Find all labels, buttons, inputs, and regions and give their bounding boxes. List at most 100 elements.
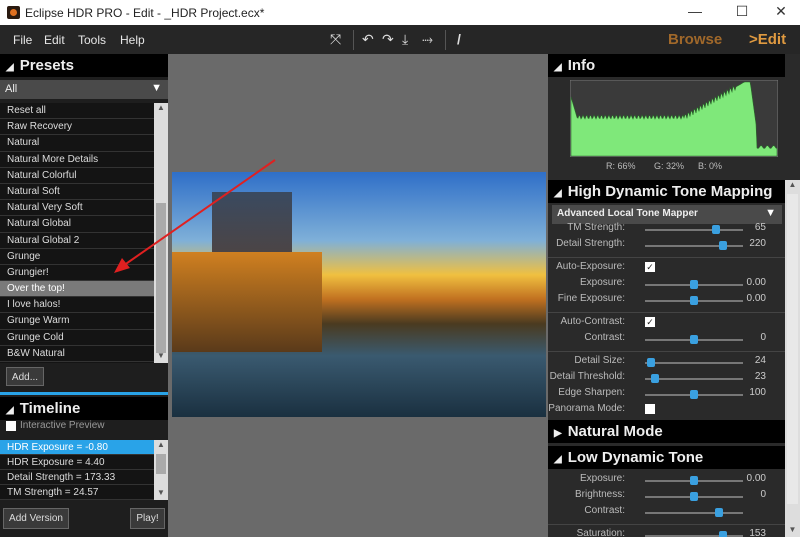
checkbox[interactable] xyxy=(645,404,655,414)
histogram-red-percent: R: 66% xyxy=(606,161,636,171)
control-row: Brightness: 0 xyxy=(548,489,785,505)
minimize-button[interactable]: — xyxy=(680,3,710,23)
slider[interactable] xyxy=(645,358,743,367)
slider-handle[interactable] xyxy=(650,374,659,383)
preset-item[interactable]: I love halos! xyxy=(0,297,154,314)
preset-item[interactable]: B&W Natural xyxy=(0,346,154,362)
control-value: 65 xyxy=(754,222,766,233)
menu-tools[interactable]: Tools xyxy=(78,33,106,47)
control-label: Fine Exposure: xyxy=(557,293,625,304)
control-row: Saturation: 153 xyxy=(548,528,785,537)
natural-mode-header[interactable]: ▶ Natural Mode xyxy=(548,420,785,443)
control-value: 24 xyxy=(754,355,766,366)
menu-edit[interactable]: Edit xyxy=(44,33,65,47)
preset-item[interactable]: Grunge Warm xyxy=(0,313,154,330)
preset-filter-value: All xyxy=(5,83,18,95)
control-value: 0.00 xyxy=(746,293,766,304)
fit-screen-icon[interactable]: ⤧ xyxy=(330,31,341,48)
left-panel: ◢ Presets All ▼ Reset all Raw Recovery Natur… xyxy=(0,54,168,537)
toolbar-divider xyxy=(445,30,446,50)
checked-checkbox[interactable]: ✓ xyxy=(645,262,655,272)
slider[interactable] xyxy=(645,296,743,305)
menu-help[interactable]: Help xyxy=(120,33,145,47)
browse-mode-button[interactable]: Browse xyxy=(668,31,722,48)
flip-horizontal-icon[interactable]: ⤑ xyxy=(422,31,433,48)
brush-icon[interactable]: / xyxy=(457,31,461,47)
slider[interactable] xyxy=(645,476,743,485)
add-version-button[interactable]: Add Version xyxy=(3,508,69,529)
slider-handle[interactable] xyxy=(690,280,698,289)
maximize-button[interactable]: ☐ xyxy=(727,3,757,23)
rotate-right-icon[interactable]: ↷ xyxy=(382,31,394,48)
slider[interactable] xyxy=(645,241,743,250)
slider-handle[interactable] xyxy=(690,335,698,344)
title-bar: Eclipse HDR PRO - Edit - _HDR Project.ec… xyxy=(0,0,800,25)
interactive-preview-label: Interactive Preview xyxy=(20,420,105,431)
slider-handle[interactable] xyxy=(719,531,728,537)
ldt-header[interactable]: ◢ Low Dynamic Tone xyxy=(548,446,785,469)
preset-item[interactable]: Reset all xyxy=(0,103,154,120)
hdtm-header[interactable]: ◢ High Dynamic Tone Mapping xyxy=(548,180,785,203)
control-row: Fine Exposure: 0.00 xyxy=(548,293,785,309)
interactive-preview-checkbox[interactable] xyxy=(6,421,16,431)
control-label: Brightness: xyxy=(574,489,625,500)
timeline-item[interactable]: HDR Exposure = 4.40 xyxy=(0,455,154,470)
control-value: 0.00 xyxy=(746,277,766,288)
rotate-left-icon[interactable]: ↶ xyxy=(362,31,374,48)
preset-filter-dropdown[interactable]: All ▼ xyxy=(0,80,168,99)
right-panel: ◢ Info R: 66% G: 32% B: 0% ◢ High Dynamic … xyxy=(548,54,800,537)
slider-handle[interactable] xyxy=(690,476,698,485)
slider[interactable] xyxy=(645,280,743,289)
slider-handle[interactable] xyxy=(646,358,655,367)
timeline-item[interactable]: HDR Exposure = -0.80 xyxy=(0,440,154,455)
control-value: 0.00 xyxy=(746,473,766,484)
control-value: 100 xyxy=(749,387,766,398)
edit-mode-button[interactable]: >Edit xyxy=(749,31,786,48)
close-button[interactable]: ✕ xyxy=(766,3,796,23)
slider-handle[interactable] xyxy=(714,508,723,517)
scrollbar-thumb[interactable] xyxy=(787,194,798,504)
slider[interactable] xyxy=(645,335,743,344)
panel-splitter[interactable] xyxy=(0,392,168,395)
scrollbar-thumb[interactable] xyxy=(156,454,166,474)
section-divider xyxy=(548,257,785,258)
histogram-blue-percent: B: 0% xyxy=(698,161,723,171)
chevron-down-icon: ▼ xyxy=(151,82,162,94)
toolbar-divider xyxy=(353,30,354,50)
control-label: Exposure: xyxy=(579,277,625,288)
slider[interactable] xyxy=(645,508,743,517)
preset-item[interactable]: Grunge Cold xyxy=(0,330,154,346)
control-row: Detail Threshold: 23 xyxy=(548,371,785,387)
slider[interactable] xyxy=(645,374,743,383)
presets-title: Presets xyxy=(19,57,74,74)
flip-vertical-icon[interactable]: ⤓ xyxy=(402,31,408,48)
slider-handle[interactable] xyxy=(719,241,728,250)
play-button[interactable]: Play! xyxy=(130,508,165,529)
timeline-list: HDR Exposure = -0.80 HDR Exposure = 4.40 D… xyxy=(0,440,154,500)
collapse-triangle-icon: ◢ xyxy=(554,62,562,73)
timeline-item[interactable]: Detail Strength = 173.33 xyxy=(0,470,154,485)
presets-header[interactable]: ◢ Presets xyxy=(0,54,168,77)
timeline-header[interactable]: ◢ Timeline xyxy=(0,397,168,420)
control-row: Auto-Exposure: ✓ xyxy=(548,261,785,277)
info-header[interactable]: ◢ Info xyxy=(548,54,785,77)
add-preset-button[interactable]: Add... xyxy=(6,367,44,386)
slider-handle[interactable] xyxy=(711,225,720,234)
timeline-scrollbar[interactable]: ▲ ▼ xyxy=(154,440,168,500)
ldt-title: Low Dynamic Tone xyxy=(567,449,704,466)
menu-file[interactable]: File xyxy=(13,33,32,47)
control-row: Panorama Mode: xyxy=(548,403,785,414)
slider[interactable] xyxy=(645,225,743,234)
slider-handle[interactable] xyxy=(690,492,698,501)
checked-checkbox[interactable]: ✓ xyxy=(645,317,655,327)
timeline-item[interactable]: TM Strength = 24.57 xyxy=(0,485,154,500)
slider-handle[interactable] xyxy=(690,296,698,305)
section-divider xyxy=(548,524,785,525)
control-row: Contrast: xyxy=(548,505,785,521)
control-row: Detail Strength: 220 xyxy=(548,238,785,254)
slider[interactable] xyxy=(645,390,743,399)
right-scrollbar[interactable]: ▲ ▼ xyxy=(785,180,800,537)
slider-handle[interactable] xyxy=(690,390,698,399)
preset-item[interactable]: Raw Recovery xyxy=(0,119,154,136)
slider[interactable] xyxy=(645,492,743,501)
